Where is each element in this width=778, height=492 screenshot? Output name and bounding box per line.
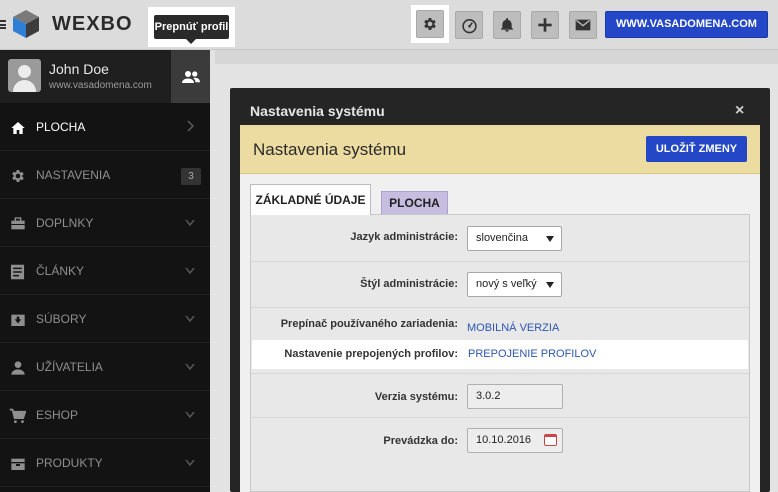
- calendar-icon[interactable]: [544, 434, 557, 446]
- language-select-value: slovenčina: [476, 232, 528, 244]
- settings-button-frame: [411, 5, 449, 43]
- style-label: Štýl administrácie:: [360, 278, 458, 290]
- settings-button[interactable]: [416, 10, 444, 38]
- tooltip-arrow: [186, 39, 196, 44]
- version-label: Verzia systému:: [374, 391, 458, 403]
- form-row-style: Štýl administrácie: nový s veľký: [251, 262, 749, 308]
- form-row-language: Jazyk administrácie: slovenčina: [251, 215, 749, 262]
- sidebar-item-plocha[interactable]: PLOCHA: [0, 103, 210, 151]
- date-label: Prevádzka do:: [383, 435, 458, 447]
- style-select[interactable]: nový s veľký: [467, 272, 562, 297]
- domain-button[interactable]: WWW.VASADOMENA.COM: [605, 11, 768, 38]
- profile-url: www.vasadomena.com: [49, 80, 152, 91]
- main-topstrip: [215, 50, 778, 64]
- save-button[interactable]: ULOŽIŤ ZMENY: [646, 136, 747, 162]
- menu-toggle-icon[interactable]: [0, 20, 6, 29]
- version-value: 3.0.2: [476, 390, 501, 402]
- gear-icon: [424, 18, 436, 30]
- cart-icon: [9, 407, 26, 424]
- sidebar-item-eshop[interactable]: ESHOP: [0, 391, 210, 439]
- chevron-down-icon: [185, 363, 195, 371]
- version-field: 3.0.2: [467, 384, 563, 409]
- profile-name: John Doe: [49, 61, 109, 77]
- style-select-value: nový s veľký: [476, 278, 537, 290]
- language-select[interactable]: slovenčina: [467, 226, 562, 251]
- form-row-device: Prepínač používaného zariadenia: MOBILNÁ…: [251, 308, 749, 341]
- form-row-linked-profiles: Nastavenie prepojených profilov: PREPOJE…: [252, 340, 748, 369]
- sidebar-item-doplnky[interactable]: DOPLNKY: [0, 199, 210, 247]
- count-badge: 3: [181, 168, 201, 185]
- sidebar-item-label: ČLÁNKY: [36, 264, 85, 278]
- notifications-button[interactable]: [493, 11, 521, 39]
- profile-panel: John Doe www.vasadomena.com: [0, 50, 210, 103]
- users-icon: [181, 70, 200, 83]
- sidebar-item-label: SÚBORY: [36, 312, 87, 326]
- add-button[interactable]: [531, 11, 559, 39]
- modal-header-bar: Nastavenia systému ULOŽIŤ ZMENY: [240, 125, 760, 174]
- sidebar: John Doe www.vasadomena.com PLOCHA NASTA…: [0, 50, 210, 492]
- settings-modal: Nastavenia systému × Nastavenia systému …: [230, 88, 770, 492]
- modal-title: Nastavenia systému: [250, 103, 385, 119]
- profile-switch-tooltip-frame: Prepnúť profil: [148, 7, 235, 47]
- modal-body: Nastavenia systému ULOŽIŤ ZMENY ZÁKLADNÉ…: [240, 125, 760, 492]
- gear-icon: [9, 167, 26, 184]
- tab-basic-info[interactable]: ZÁKLADNÉ ÚDAJE: [250, 184, 371, 215]
- chevron-down-icon: [185, 315, 195, 323]
- mail-icon: [575, 19, 591, 31]
- chevron-down-icon: [185, 219, 195, 227]
- chevron-down-icon: [185, 411, 195, 419]
- plus-icon: [538, 18, 552, 32]
- logo-text: WEXBO: [52, 13, 133, 35]
- sidebar-item-clanky[interactable]: ČLÁNKY: [0, 247, 210, 295]
- caret-down-icon: [546, 282, 554, 288]
- speedometer-icon: [461, 18, 477, 33]
- home-icon: [9, 119, 26, 136]
- avatar[interactable]: [8, 59, 41, 92]
- linked-profiles-label: Nastavenie prepojených profilov:: [284, 348, 458, 360]
- link-profiles-link[interactable]: PREPOJENIE PROFILOV: [468, 348, 596, 360]
- package-icon: [9, 455, 26, 472]
- chevron-right-icon: [187, 120, 195, 132]
- language-label: Jazyk administrácie:: [350, 231, 458, 243]
- dashboard-button[interactable]: [455, 11, 483, 39]
- chevron-down-icon: [185, 267, 195, 275]
- top-bar: WEXBO Prepnúť profil WWW.VASADOMENA.COM: [0, 0, 778, 50]
- caret-down-icon: [546, 236, 554, 242]
- mobile-version-link[interactable]: MOBILNÁ VERZIA: [467, 322, 559, 334]
- download-box-icon: [9, 311, 26, 328]
- user-icon: [9, 359, 26, 376]
- logo-cube-icon: [13, 10, 39, 38]
- close-icon[interactable]: ×: [735, 102, 744, 120]
- briefcase-icon: [9, 215, 26, 232]
- sidebar-item-label: NASTAVENIA: [36, 168, 111, 182]
- sidebar-item-label: DOPLNKY: [36, 216, 94, 230]
- article-icon: [9, 263, 26, 280]
- sidebar-item-label: PLOCHA: [36, 120, 86, 134]
- sidebar-item-label: ESHOP: [36, 408, 79, 422]
- form-row-date: Prevádzka do: 10.10.2016: [251, 418, 749, 464]
- date-field[interactable]: 10.10.2016: [467, 428, 563, 453]
- messages-button[interactable]: [569, 11, 597, 39]
- form-row-version: Verzia systému: 3.0.2: [251, 374, 749, 418]
- sidebar-item-nastavenia[interactable]: NASTAVENIA 3: [0, 151, 210, 199]
- profile-switch-tooltip: Prepnúť profil: [154, 15, 229, 39]
- switch-profile-button[interactable]: [171, 50, 210, 103]
- sidebar-item-label: PRODUKTY: [36, 456, 103, 470]
- device-label: Prepínač používaného zariadenia:: [280, 318, 458, 330]
- page-title: Nastavenia systému: [253, 140, 407, 159]
- date-value: 10.10.2016: [476, 434, 532, 446]
- chevron-down-icon: [185, 459, 195, 467]
- sidebar-item-uzivatelia[interactable]: UŽÍVATELIA: [0, 343, 210, 391]
- sidebar-item-subory[interactable]: SÚBORY: [0, 295, 210, 343]
- tab-desktop[interactable]: PLOCHA: [381, 191, 448, 215]
- sidebar-item-label: UŽÍVATELIA: [36, 360, 103, 374]
- bell-icon: [501, 18, 513, 32]
- sidebar-item-produkty[interactable]: PRODUKTY: [0, 439, 210, 487]
